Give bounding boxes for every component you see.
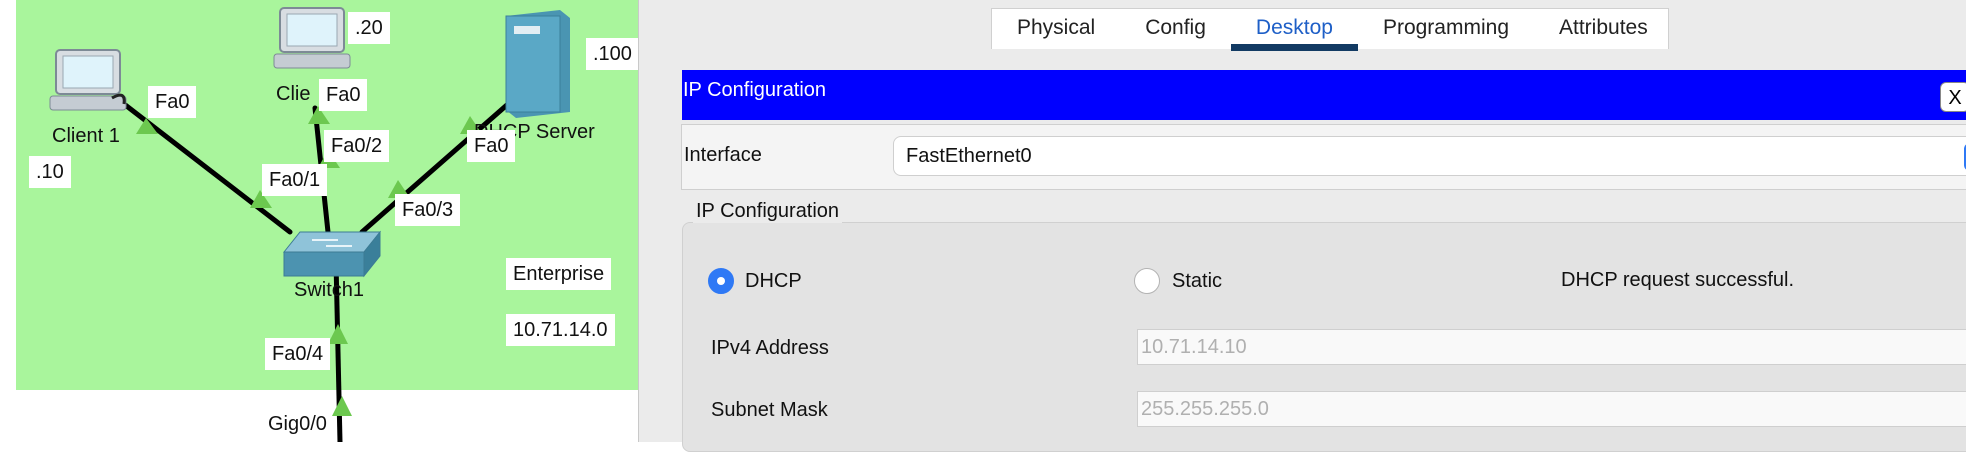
- ip-config-section-title: IP Configuration: [693, 200, 843, 223]
- dhcp-radio-label: DHCP: [745, 270, 802, 292]
- tab-physical[interactable]: Physical: [992, 9, 1120, 49]
- client1-ip-label: .10: [29, 156, 71, 188]
- device-config-panel: Physical Config Desktop Programming Attr…: [638, 0, 1966, 452]
- tab-desktop[interactable]: Desktop: [1230, 9, 1359, 51]
- client2-ip-label: .20: [348, 12, 390, 44]
- dhcp-status-text: DHCP request successful.: [1561, 269, 1795, 291]
- topology-diagram: [49, 7, 570, 442]
- interface-select-value: FastEthernet0: [906, 145, 1032, 167]
- tab-attributes[interactable]: Attributes: [1534, 9, 1673, 49]
- close-button[interactable]: X: [1940, 82, 1966, 112]
- interface-select[interactable]: FastEthernet0 ▲▼: [893, 136, 1966, 176]
- ipv4-address-label: IPv4 Address: [711, 337, 829, 359]
- server-port-label: Fa0: [467, 130, 516, 162]
- network-name-label: Enterprise: [506, 258, 612, 290]
- router-port-label: Gig0/0: [268, 413, 327, 435]
- client1-port-label: Fa0: [148, 86, 197, 118]
- subnet-mask-input[interactable]: [1137, 391, 1966, 427]
- topology-canvas[interactable]: Client 1 Clie DHCP Server Switch1 Fa0 .1…: [0, 0, 640, 442]
- network-address-label: 10.71.14.0: [506, 314, 615, 346]
- tab-bar: Physical Config Desktop Programming Attr…: [991, 8, 1669, 51]
- switch-port-fa0-2-label: Fa0/2: [324, 130, 390, 162]
- client2-port-label: Fa0: [319, 79, 368, 111]
- client1-pc-icon: [49, 49, 127, 111]
- interface-label: Interface: [684, 144, 762, 166]
- static-radio[interactable]: [1134, 268, 1160, 294]
- client1-name-label: Client 1: [52, 125, 120, 147]
- client2-name-label: Clie: [276, 83, 311, 105]
- tab-config[interactable]: Config: [1120, 9, 1231, 49]
- subnet-mask-label: Subnet Mask: [711, 399, 828, 421]
- static-radio-label: Static: [1172, 270, 1223, 292]
- switch-port-fa0-3-label: Fa0/3: [395, 194, 461, 226]
- ip-config-title-bar: IP Configuration X: [682, 70, 1966, 120]
- server-icon: [505, 10, 570, 118]
- switch-port-fa0-4-label: Fa0/4: [265, 338, 331, 370]
- ipv4-address-input[interactable]: [1137, 329, 1966, 365]
- interface-row: Interface FastEthernet0 ▲▼: [681, 124, 1966, 190]
- switch-port-fa0-1-label: Fa0/1: [262, 164, 328, 196]
- switch-name-label: Switch1: [294, 279, 365, 301]
- switch-icon: [282, 230, 382, 278]
- dhcp-radio[interactable]: [708, 268, 734, 294]
- client2-pc-icon: [273, 7, 351, 69]
- link-marker: [332, 396, 352, 416]
- link-marker: [328, 324, 348, 344]
- tab-programming[interactable]: Programming: [1358, 9, 1534, 49]
- server-ip-label: .100: [586, 38, 639, 70]
- ip-config-window-title: IP Configuration: [683, 79, 827, 101]
